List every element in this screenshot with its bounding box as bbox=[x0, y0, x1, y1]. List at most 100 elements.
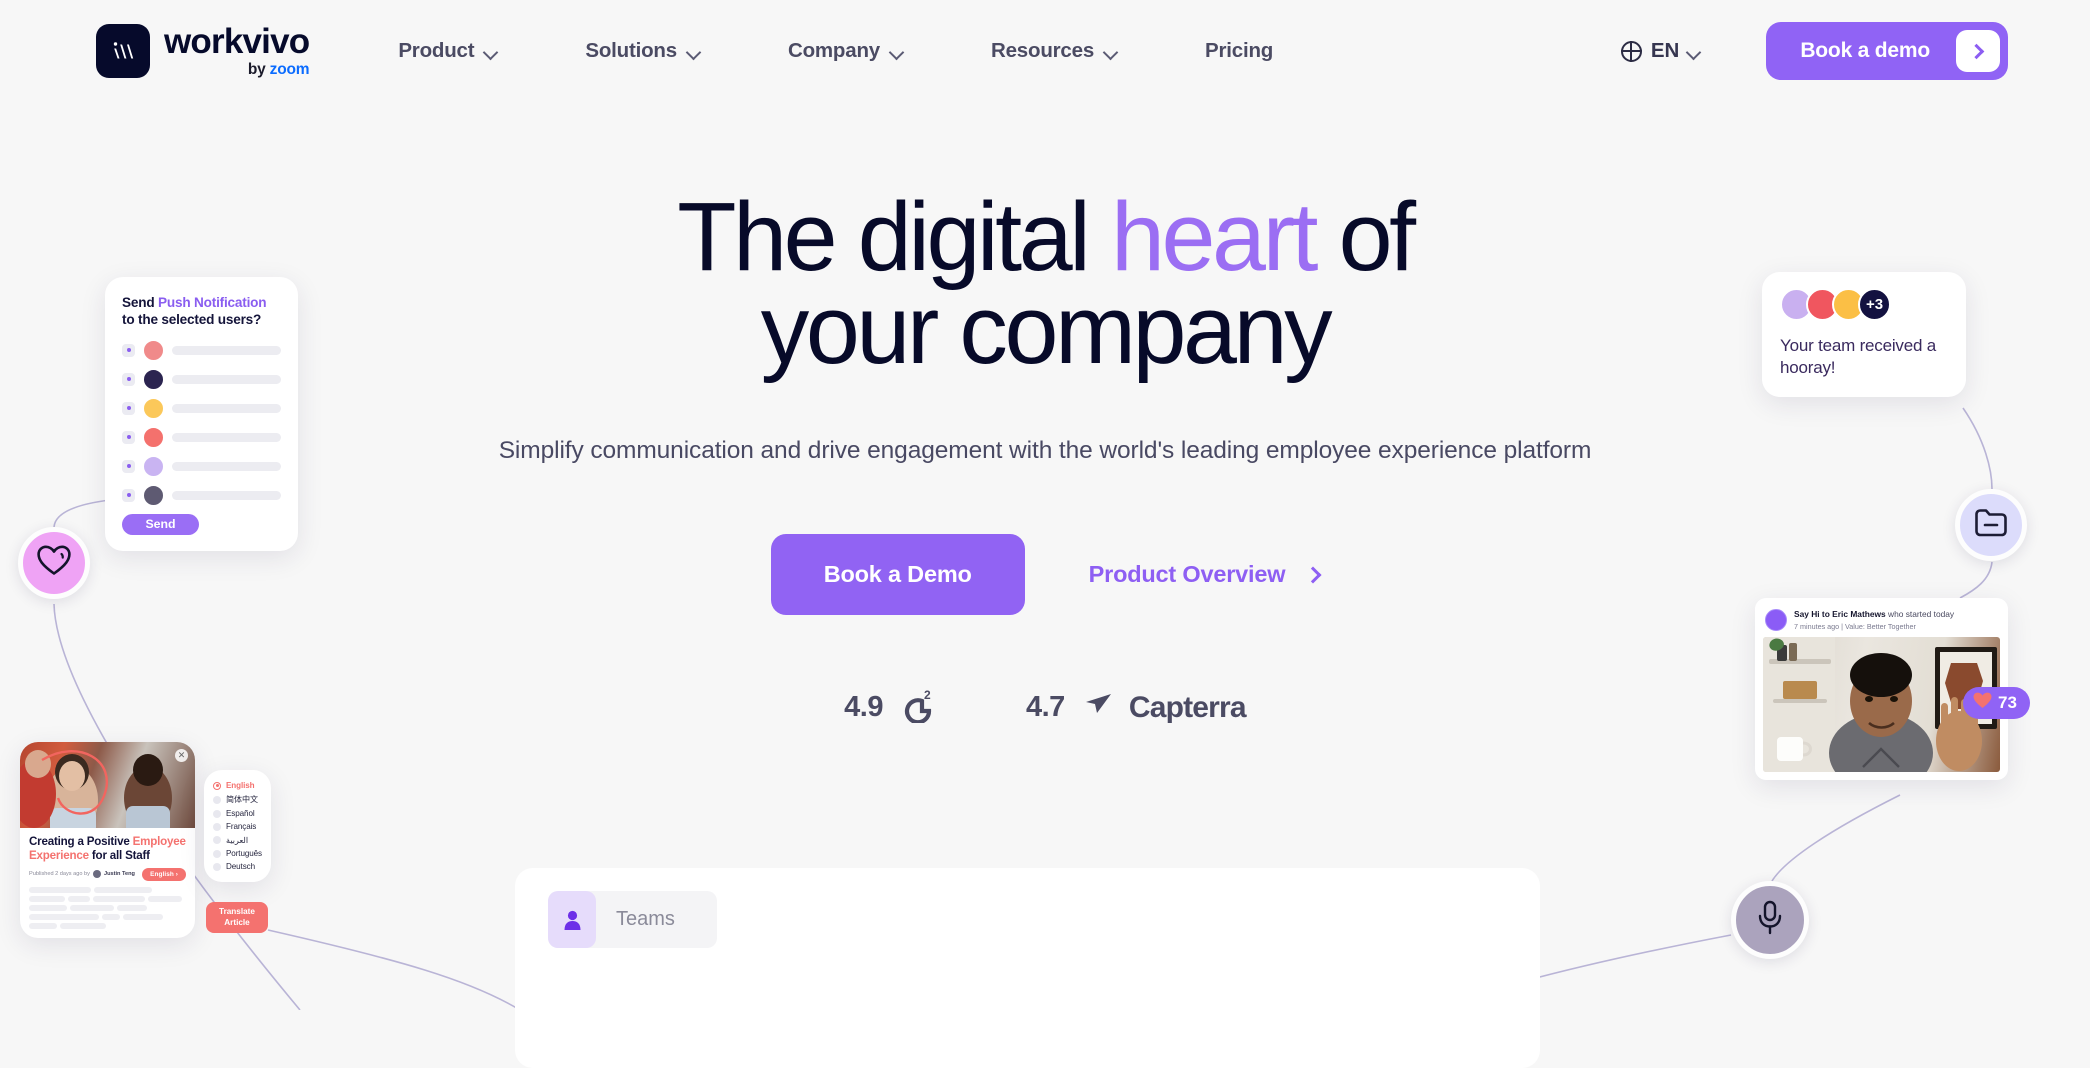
heart-icon bbox=[1973, 692, 1992, 714]
avatar bbox=[143, 426, 164, 448]
globe-icon bbox=[1620, 40, 1642, 62]
checkbox[interactable] bbox=[122, 488, 135, 502]
book-a-demo-label: Book a demo bbox=[1800, 39, 1930, 62]
radio-icon[interactable] bbox=[213, 809, 221, 818]
nav-links: Product Solutions Company Resources Pric… bbox=[398, 39, 1273, 63]
name-placeholder-bar bbox=[172, 403, 281, 413]
article-body: Creating a Positive Employee Experience … bbox=[20, 828, 195, 881]
radio-selected-icon[interactable] bbox=[213, 781, 221, 790]
checkbox[interactable] bbox=[122, 372, 135, 386]
avatar bbox=[143, 339, 164, 361]
language-option-arabic[interactable]: العربية bbox=[204, 833, 271, 847]
teams-tab-label: Teams bbox=[616, 908, 675, 930]
article-language-badge[interactable]: English › bbox=[142, 867, 186, 881]
send-button[interactable]: Send bbox=[122, 513, 199, 535]
chevron-right-icon bbox=[1304, 566, 1322, 584]
radio-icon[interactable] bbox=[213, 849, 221, 858]
folder-icon bbox=[1974, 508, 2008, 543]
push-notification-title: Send Push Notification to the selected u… bbox=[122, 294, 281, 329]
checkbox[interactable] bbox=[122, 343, 135, 357]
microphone-floating-icon[interactable] bbox=[1731, 881, 1809, 959]
name-placeholder-bar bbox=[172, 345, 281, 355]
language-option-chinese[interactable]: 简体中文 bbox=[204, 792, 271, 807]
nav-item-label: Company bbox=[787, 39, 880, 62]
article-text-placeholder bbox=[20, 886, 195, 929]
chevron-down-icon bbox=[1105, 47, 1119, 55]
chevron-right-icon bbox=[1956, 30, 2000, 72]
book-a-demo-button[interactable]: Book a demo bbox=[1766, 22, 2008, 80]
push-title-prefix: Send bbox=[122, 295, 159, 310]
nav-item-label: Solutions bbox=[585, 39, 677, 62]
nav-item-pricing[interactable]: Pricing bbox=[1205, 39, 1273, 63]
radio-icon[interactable] bbox=[213, 862, 221, 871]
language-option-french[interactable]: Français bbox=[204, 820, 271, 833]
checkbox[interactable] bbox=[122, 430, 135, 444]
language-option-german[interactable]: Deutsch bbox=[204, 860, 271, 873]
hooray-message: Your team received a hooray! bbox=[1780, 336, 1937, 377]
radio-icon[interactable] bbox=[213, 795, 221, 804]
rating-score: 4.7 bbox=[1026, 691, 1065, 724]
language-option-label: العربية bbox=[226, 836, 249, 845]
rating-g2: 4.9 2 bbox=[844, 687, 936, 728]
avatar bbox=[143, 397, 164, 419]
hooray-notification-card: +3 Your team received a hooray! bbox=[1762, 272, 1966, 397]
zoom-wordmark: zoom bbox=[269, 61, 310, 79]
language-option-label: 简体中文 bbox=[226, 795, 258, 804]
list-item[interactable] bbox=[122, 368, 281, 390]
nav-item-solutions[interactable]: Solutions bbox=[585, 39, 702, 63]
heart-icon bbox=[37, 545, 71, 581]
list-item[interactable] bbox=[122, 484, 281, 506]
list-item[interactable] bbox=[122, 339, 281, 361]
chevron-down-icon bbox=[485, 47, 499, 55]
language-option-spanish[interactable]: Español bbox=[204, 807, 271, 820]
video-post-title-bold: Say Hi to Eric Mathews bbox=[1794, 609, 1886, 620]
language-option-label: Deutsch bbox=[226, 862, 255, 871]
chevron-down-icon bbox=[891, 47, 905, 55]
brand-logo[interactable]: workvivo by zoom bbox=[96, 24, 310, 79]
article-title-part1: Creating a Positive bbox=[29, 835, 133, 848]
list-item[interactable] bbox=[122, 455, 281, 477]
language-option-label: Português bbox=[226, 849, 262, 858]
article-title: Creating a Positive Employee Experience … bbox=[29, 835, 186, 863]
heart-floating-icon[interactable] bbox=[18, 527, 90, 599]
folder-floating-icon[interactable] bbox=[1955, 489, 2027, 561]
language-selector[interactable]: EN bbox=[1620, 39, 1702, 63]
brand-byline: by zoom bbox=[247, 61, 310, 79]
checkbox[interactable] bbox=[122, 401, 135, 415]
capterra-logo-icon bbox=[1084, 691, 1114, 724]
article-hero-image: ✕ bbox=[20, 742, 195, 828]
checkbox[interactable] bbox=[122, 459, 135, 473]
language-option-english[interactable]: English bbox=[204, 779, 271, 792]
nav-item-label: Product bbox=[398, 39, 475, 62]
person-icon bbox=[548, 891, 596, 948]
avatar bbox=[143, 484, 164, 506]
name-placeholder-bar bbox=[172, 490, 281, 500]
translate-article-button[interactable]: Translate Article bbox=[206, 902, 268, 934]
nav-item-product[interactable]: Product bbox=[398, 39, 499, 63]
nav-item-company[interactable]: Company bbox=[788, 39, 905, 63]
language-option-portuguese[interactable]: Português bbox=[204, 847, 271, 860]
article-meta: Published 2 days ago by Justin Teng Engl… bbox=[29, 867, 186, 881]
radio-icon[interactable] bbox=[213, 836, 221, 844]
push-recipient-list bbox=[122, 339, 281, 506]
video-post-header: Say Hi to Eric Mathews who started today… bbox=[1763, 606, 2000, 637]
nav-item-resources[interactable]: Resources bbox=[991, 39, 1119, 63]
name-placeholder-bar bbox=[172, 461, 281, 471]
book-a-demo-hero-button[interactable]: Book a Demo bbox=[770, 534, 1025, 616]
close-icon[interactable]: ✕ bbox=[175, 749, 188, 762]
svg-text:2: 2 bbox=[924, 688, 931, 702]
hero-title-line2: your company bbox=[760, 275, 1333, 385]
chevron-down-icon bbox=[688, 47, 702, 55]
teams-tab[interactable]: Teams bbox=[548, 891, 717, 948]
avatar bbox=[92, 870, 101, 879]
list-item[interactable] bbox=[122, 426, 281, 448]
top-navigation-bar: workvivo by zoom Product Solutions Compa… bbox=[0, 0, 2090, 102]
video-post-title: Say Hi to Eric Mathews who started today bbox=[1794, 609, 1954, 620]
push-title-accent: Push Notification bbox=[158, 295, 267, 310]
avatar bbox=[143, 368, 164, 390]
avatar bbox=[1765, 609, 1787, 631]
list-item[interactable] bbox=[122, 397, 281, 419]
radio-icon[interactable] bbox=[213, 822, 221, 831]
like-count-badge[interactable]: 73 bbox=[1963, 687, 2030, 719]
product-overview-link[interactable]: Product Overview bbox=[1089, 561, 1322, 588]
